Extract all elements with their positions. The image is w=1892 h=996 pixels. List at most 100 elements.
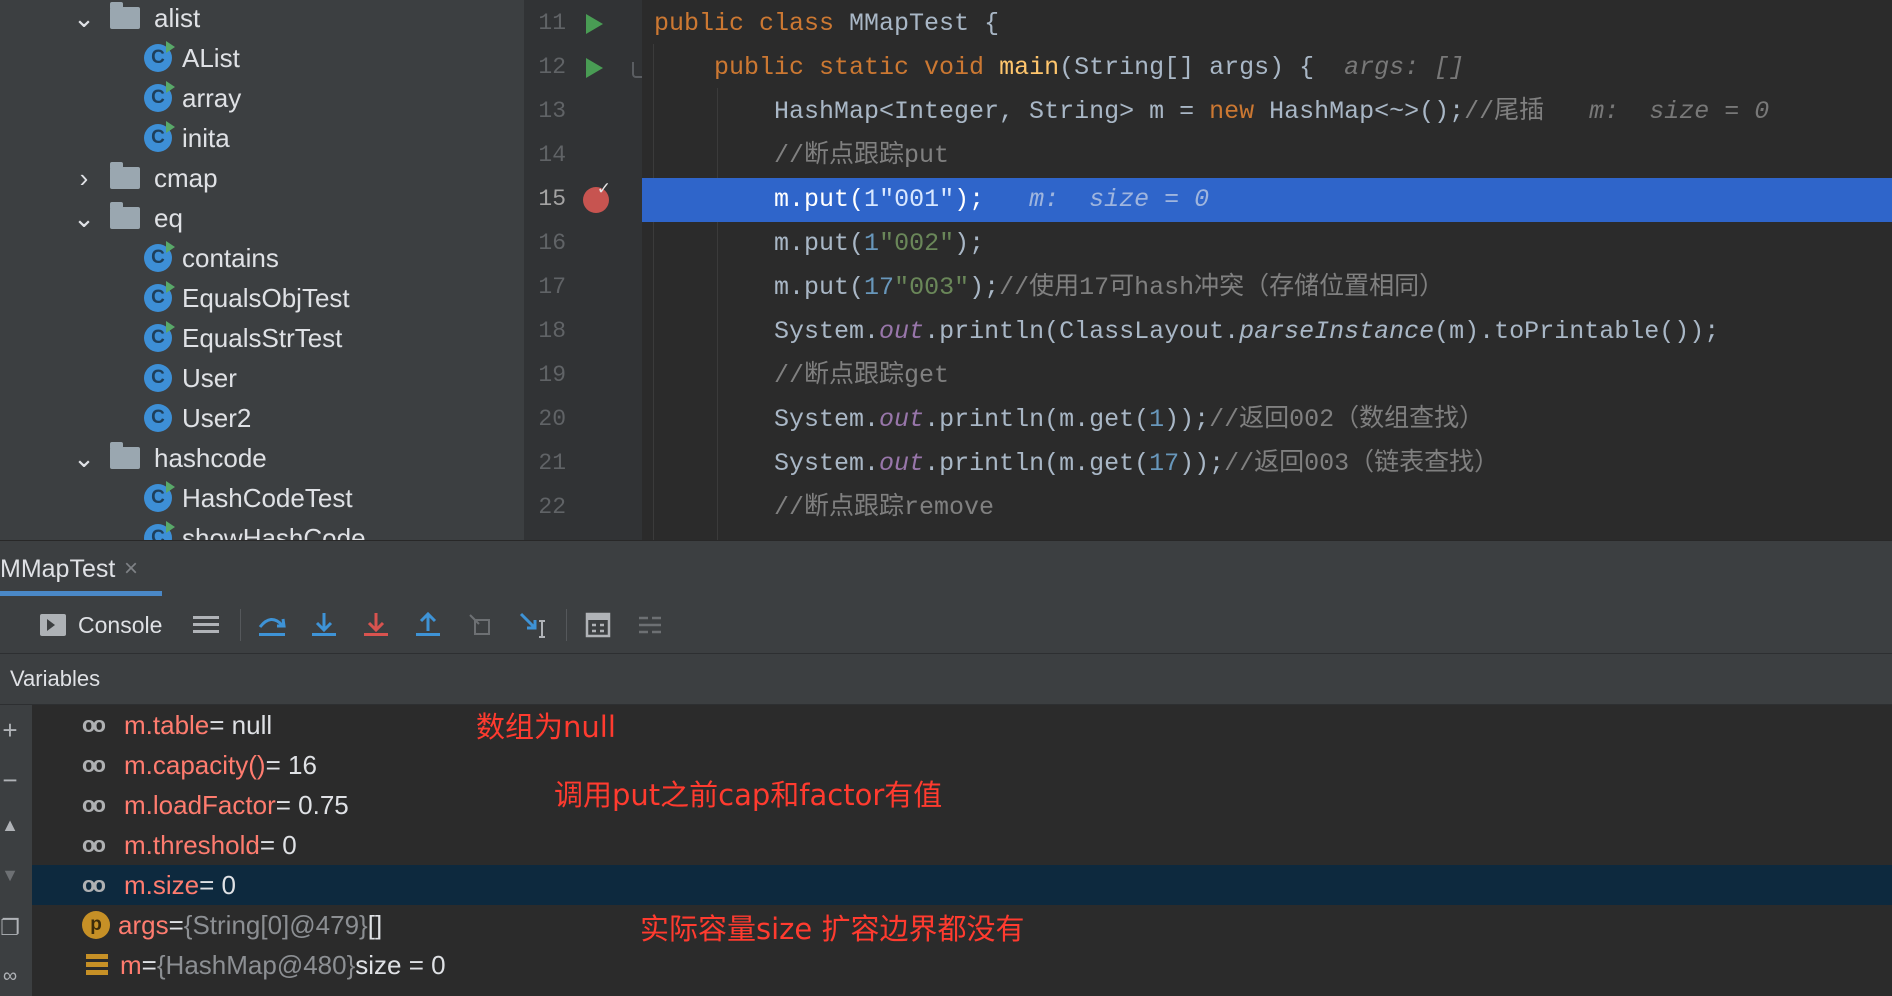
tree-folder-alist[interactable]: ⌄ alist xyxy=(72,0,200,38)
watch-row[interactable]: oo m.table = null xyxy=(32,705,1892,745)
tree-class-user2[interactable]: C User2 xyxy=(144,398,251,438)
run-gutter-icon[interactable] xyxy=(586,58,603,78)
move-up-icon[interactable]: ▲ xyxy=(0,815,20,836)
code-line-16[interactable]: m.put(1"002"); xyxy=(642,222,1892,266)
tree-class-inita[interactable]: C inita xyxy=(144,118,230,158)
add-watch-icon[interactable]: + xyxy=(0,715,20,746)
editor-gutter[interactable]: 11 12 13 14 15 16 17 18 19 20 21 22 xyxy=(524,0,648,540)
java-class-icon: C xyxy=(144,281,175,312)
code-line-18[interactable]: System.out.println(ClassLayout.parseInst… xyxy=(642,310,1892,354)
toolbar-separator xyxy=(240,609,241,641)
line-number: 17 xyxy=(538,274,566,300)
debug-session-tabs: MMapTest × xyxy=(0,540,1892,598)
tree-class-alist[interactable]: C AList xyxy=(144,38,240,78)
tree-item-label: hashcode xyxy=(154,442,267,473)
toolbar-separator xyxy=(566,609,567,641)
tree-item-label: HashCodeTest xyxy=(182,482,353,513)
step-over-icon[interactable] xyxy=(256,607,288,643)
chevron-down-icon[interactable]: ⌄ xyxy=(72,3,96,33)
step-out-icon[interactable] xyxy=(412,607,444,643)
tree-class-contains[interactable]: C contains xyxy=(144,238,279,278)
tree-item-label: cmap xyxy=(154,162,218,193)
force-step-into-icon[interactable] xyxy=(360,607,392,643)
project-tree: ⌄ alist C AList C array C inita › cmap ⌄… xyxy=(0,0,524,540)
watch-icon: oo xyxy=(82,792,106,817)
console-icon xyxy=(40,614,66,636)
trace-current-stream-icon[interactable] xyxy=(634,607,666,643)
tree-folder-eq[interactable]: ⌄ eq xyxy=(72,198,183,238)
code-line-15-current[interactable]: m.put(1"001"); m: size = 0 xyxy=(642,178,1892,222)
parameter-icon: p xyxy=(82,911,110,939)
chevron-right-icon[interactable]: › xyxy=(72,163,96,193)
watch-row[interactable]: oo m.capacity() = 16 xyxy=(32,745,1892,785)
console-label: Console xyxy=(78,611,163,638)
line-number: 12 xyxy=(538,54,566,80)
code-line-17[interactable]: m.put(17"003");//使用17可hash冲突（存储位置相同） xyxy=(642,266,1892,310)
frames-icon[interactable] xyxy=(190,607,222,643)
tree-folder-cmap[interactable]: › cmap xyxy=(72,158,218,198)
step-into-icon[interactable] xyxy=(308,607,340,643)
move-down-icon[interactable]: ▼ xyxy=(0,865,20,886)
java-class-icon: C xyxy=(144,241,175,272)
code-line-13[interactable]: HashMap<Integer, String> m = new HashMap… xyxy=(642,90,1892,134)
watch-row-selected[interactable]: oo m.size = 0 xyxy=(32,865,1892,905)
java-class-icon: C xyxy=(144,321,175,352)
tree-class-equalsobjtest[interactable]: C EqualsObjTest xyxy=(144,278,350,318)
evaluate-expression-icon[interactable] xyxy=(582,607,614,643)
code-line-11[interactable]: public class MMapTest { xyxy=(642,2,1892,46)
console-tab[interactable]: Console xyxy=(40,607,170,643)
code-editor[interactable]: public class MMapTest { public static vo… xyxy=(642,0,1892,540)
variable-name: args xyxy=(118,909,169,940)
tree-class-equalsstrtest[interactable]: C EqualsStrTest xyxy=(144,318,342,358)
annotation-table-null: 数组为null xyxy=(476,710,616,744)
code-line-14[interactable]: //断点跟踪put xyxy=(642,134,1892,178)
watch-row[interactable]: oo m.loadFactor = 0.75 xyxy=(32,785,1892,825)
line-number: 14 xyxy=(538,142,566,168)
line-number: 18 xyxy=(538,318,566,344)
chevron-down-icon[interactable]: ⌄ xyxy=(72,203,96,233)
run-gutter-icon[interactable] xyxy=(586,14,603,34)
code-line-19[interactable]: //断点跟踪get xyxy=(642,354,1892,398)
close-icon[interactable]: × xyxy=(124,555,138,583)
show-watches-icon[interactable]: ∞ xyxy=(0,965,20,988)
active-tab-indicator xyxy=(0,591,162,596)
tree-class-showhashcode[interactable]: C showHashCode xyxy=(144,518,366,540)
remove-watch-icon[interactable]: − xyxy=(0,765,20,796)
variable-row[interactable]: m = {HashMap@480} size = 0 xyxy=(32,945,1892,985)
folder-icon xyxy=(110,162,140,189)
duplicate-watch-icon[interactable]: ❐ xyxy=(0,915,20,941)
annotation-cap-factor: 调用put之前cap和factor有值 xyxy=(554,778,943,812)
code-line-20[interactable]: System.out.println(m.get(1));//返回002（数组查… xyxy=(642,398,1892,442)
code-line-21[interactable]: System.out.println(m.get(17));//返回003（链表… xyxy=(642,442,1892,486)
variable-type: {HashMap@480} xyxy=(156,949,356,980)
watch-row[interactable]: oo m.threshold = 0 xyxy=(32,825,1892,865)
watch-icon: oo xyxy=(82,872,106,897)
tree-class-array[interactable]: C array xyxy=(144,78,241,118)
tree-item-label: contains xyxy=(182,242,279,273)
tab-mmaptest[interactable]: MMapTest xyxy=(0,555,115,584)
tree-item-label: User xyxy=(182,362,237,393)
java-class-icon: C xyxy=(144,41,175,72)
code-line-22[interactable]: //断点跟踪remove xyxy=(642,486,1892,530)
line-number: 22 xyxy=(538,494,566,520)
tree-item-label: AList xyxy=(182,42,240,73)
variable-name: m.threshold xyxy=(124,829,260,860)
variable-name: m.table xyxy=(124,709,210,740)
variables-side-toolbar: + − ▲ ▼ ❐ ∞ xyxy=(0,705,32,996)
variable-value: = null xyxy=(209,709,273,740)
java-class-icon: C xyxy=(144,364,172,392)
tree-item-label: eq xyxy=(154,202,183,233)
line-number: 21 xyxy=(538,450,566,476)
debug-toolbar: Console xyxy=(0,597,1892,654)
tree-folder-hashcode[interactable]: ⌄ hashcode xyxy=(72,438,267,478)
chevron-down-icon[interactable]: ⌄ xyxy=(72,443,96,473)
variable-value: = 0.75 xyxy=(275,789,349,820)
tree-class-user[interactable]: C User xyxy=(144,358,237,398)
annotation-size-threshold: 实际容量size 扩容边界都没有 xyxy=(640,912,1025,946)
code-line-12[interactable]: public static void main(String[] args) {… xyxy=(642,46,1892,90)
drop-frame-icon[interactable] xyxy=(464,607,496,643)
java-class-icon: C xyxy=(144,121,175,152)
breakpoint-icon[interactable] xyxy=(583,179,611,213)
tree-class-hashcodetest[interactable]: C HashCodeTest xyxy=(144,478,353,518)
run-to-cursor-icon[interactable] xyxy=(516,607,550,643)
